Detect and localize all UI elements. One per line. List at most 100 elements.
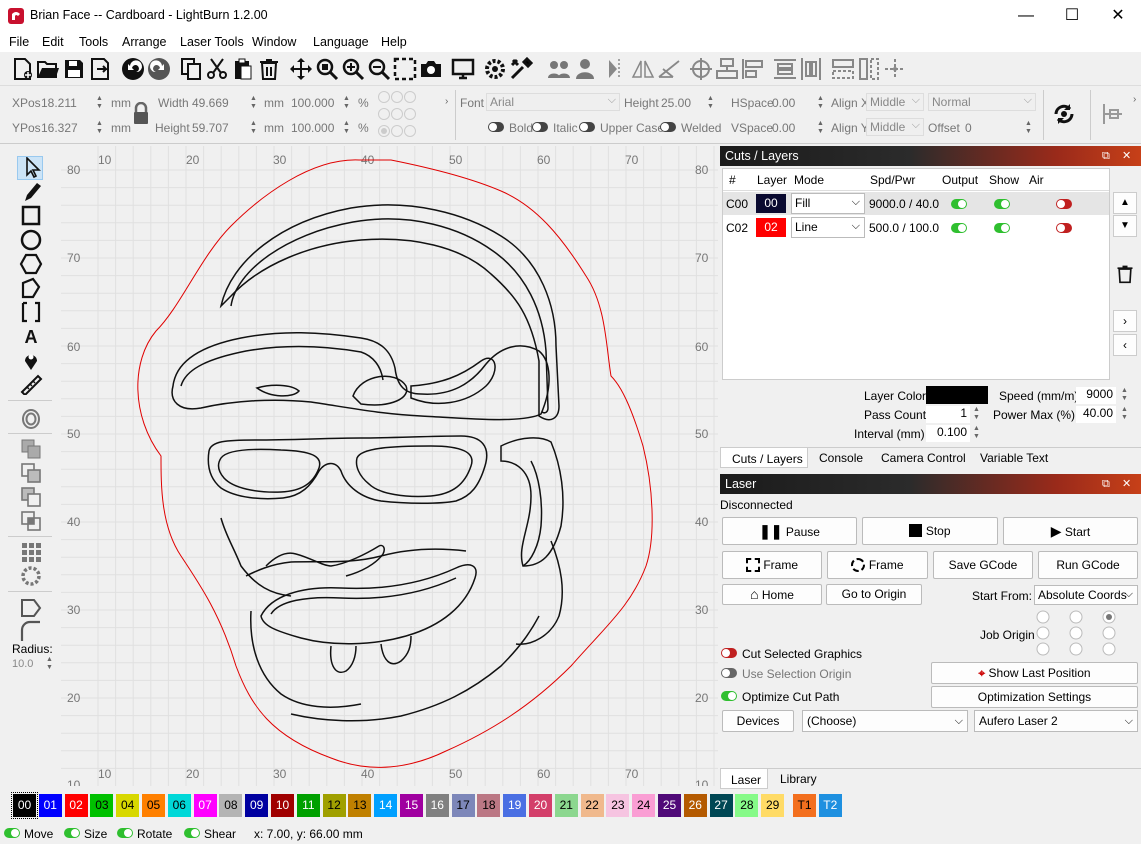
menu-tools[interactable]: Tools [79, 35, 108, 49]
upper-case-toggle[interactable] [579, 122, 595, 132]
font-select[interactable]: Arial [486, 92, 620, 111]
outline-cut-path[interactable] [137, 159, 653, 768]
rotate-icon[interactable] [657, 57, 681, 81]
close-panel-icon[interactable]: ✕ [1122, 146, 1131, 166]
color-swatch-26[interactable]: 26 [683, 794, 707, 817]
menu-laser-tools[interactable]: Laser Tools [180, 35, 244, 49]
scale-height-spinner[interactable]: ▲ ▼ [342, 120, 351, 136]
color-swatch-18[interactable]: 18 [477, 794, 501, 817]
ellipse-tool-icon[interactable] [19, 229, 43, 251]
corner-radius-icon[interactable] [19, 620, 43, 642]
tabs-tool-icon[interactable] [19, 596, 43, 618]
expand-arrow-icon[interactable]: › [445, 96, 448, 107]
color-swatch-14[interactable]: 14 [374, 794, 398, 817]
face-engraving-paths[interactable] [171, 204, 564, 722]
shear-toggle[interactable] [184, 828, 200, 838]
cut-selected-toggle[interactable] [721, 648, 737, 658]
chevron-left-icon[interactable]: ‹ [1113, 334, 1137, 356]
power-max-spinner[interactable]: ▲ ▼ [1120, 406, 1129, 422]
color-swatch-03[interactable]: 03 [90, 794, 114, 817]
draw-lines-icon[interactable] [19, 277, 43, 299]
hspace-field[interactable]: 0.00 [772, 96, 795, 110]
menu-help[interactable]: Help [381, 35, 407, 49]
output-toggle[interactable] [951, 199, 967, 209]
color-swatch-t2[interactable]: T2 [818, 794, 842, 817]
polygon-tool-icon[interactable] [19, 253, 43, 275]
color-swatch-20[interactable]: 20 [529, 794, 552, 817]
show-toggle[interactable] [994, 223, 1010, 233]
delete-icon[interactable] [257, 57, 281, 81]
height-spinner[interactable]: ▲ ▼ [249, 120, 258, 136]
color-swatch-24[interactable]: 24 [632, 794, 656, 817]
speed-field[interactable]: 9000 [1076, 387, 1116, 404]
menu-file[interactable]: File [9, 35, 29, 49]
color-swatch-01[interactable]: 01 [38, 794, 62, 817]
color-swatch-10[interactable]: 10 [271, 794, 294, 817]
monitor-icon[interactable] [451, 57, 475, 81]
menu-language[interactable]: Language [313, 35, 369, 49]
chevron-right-icon[interactable]: › [1113, 310, 1137, 332]
undo-icon[interactable] [121, 57, 145, 81]
text-height-field[interactable]: 25.00 [661, 96, 691, 110]
canvas-drawing[interactable]: 10 20 30 40 50 60 70 10 20 30 40 50 60 70 80 70 60 50 40… [61, 146, 718, 786]
welded-toggle[interactable] [660, 122, 676, 132]
mode-select[interactable]: Line ⌵ [791, 217, 865, 238]
power-max-field[interactable]: 40.00 [1076, 406, 1116, 423]
device-settings-icon[interactable] [509, 57, 533, 81]
settings-gear-icon[interactable] [483, 57, 507, 81]
home-button[interactable]: ⌂ Home [722, 584, 822, 605]
align-top-icon[interactable] [715, 57, 739, 81]
color-swatch-11[interactable]: 11 [296, 794, 320, 817]
text-on-path-icon[interactable] [1100, 102, 1124, 126]
optimization-settings-button[interactable]: Optimization Settings [931, 686, 1138, 708]
zoom-out-icon[interactable] [367, 57, 391, 81]
tab-library[interactable]: Library [780, 772, 817, 786]
float-panel-icon[interactable]: ⧉ [1102, 474, 1110, 494]
rotate-toggle[interactable] [117, 828, 133, 838]
redo-icon[interactable] [147, 57, 171, 81]
ypos-field[interactable]: 16.327 [41, 121, 78, 135]
anchor-point-grid-icon[interactable] [376, 89, 418, 139]
move-layer-up-icon[interactable]: ▲ [1113, 192, 1137, 214]
color-swatch-05[interactable]: 05 [142, 794, 165, 817]
go-to-origin-button[interactable]: Go to Origin [826, 584, 922, 605]
hspace-spinner[interactable]: ▲ ▼ [816, 95, 825, 111]
save-as-icon[interactable] [88, 57, 112, 81]
color-swatch-28[interactable]: 28 [735, 794, 759, 817]
start-from-select[interactable]: Absolute Coords ⌵ [1034, 585, 1138, 605]
speed-spinner[interactable]: ▲ ▼ [1120, 387, 1129, 403]
color-swatch-15[interactable]: 15 [400, 794, 423, 817]
frame-button[interactable]: Frame [722, 551, 822, 579]
color-swatch-21[interactable]: 21 [554, 794, 578, 817]
scale-width-spinner[interactable]: ▲ ▼ [342, 95, 351, 111]
align-center-icon[interactable] [689, 57, 713, 81]
interval-field[interactable]: 0.100 [926, 425, 970, 442]
zoom-fit-icon[interactable] [315, 57, 339, 81]
color-swatch-09[interactable]: 09 [245, 794, 269, 817]
make-same-width-icon[interactable] [831, 57, 855, 81]
tab-laser[interactable]: Laser [731, 773, 761, 787]
group-icon[interactable] [547, 57, 571, 81]
air-toggle[interactable] [1056, 199, 1072, 209]
move-to-origin-icon[interactable] [883, 57, 907, 81]
air-toggle[interactable] [1056, 223, 1072, 233]
make-same-height-icon[interactable] [857, 57, 881, 81]
mode-select[interactable]: Fill ⌵ [791, 193, 865, 214]
minimize-button[interactable]: — [1003, 0, 1049, 32]
text-style-select[interactable]: Normal [928, 92, 1036, 111]
vspace-spinner[interactable]: ▲ ▼ [816, 120, 825, 136]
move-toggle[interactable] [4, 828, 20, 838]
start-button[interactable]: ▶ Start [1003, 517, 1138, 545]
layer-swatch[interactable]: 02 [756, 218, 786, 237]
boolean-subtract-icon[interactable] [19, 486, 43, 508]
tab-camera-control[interactable]: Camera Control [881, 451, 966, 465]
edit-nodes-icon[interactable] [19, 181, 43, 203]
camera-icon[interactable] [419, 57, 443, 81]
float-panel-icon[interactable]: ⧉ [1102, 146, 1110, 166]
menu-arrange[interactable]: Arrange [122, 35, 166, 49]
zoom-in-icon[interactable] [341, 57, 365, 81]
color-swatch-25[interactable]: 25 [658, 794, 681, 817]
save-icon[interactable] [62, 57, 86, 81]
show-last-position-button[interactable]: ⌖ Show Last Position [931, 662, 1138, 684]
delete-layer-icon[interactable] [1115, 264, 1135, 284]
